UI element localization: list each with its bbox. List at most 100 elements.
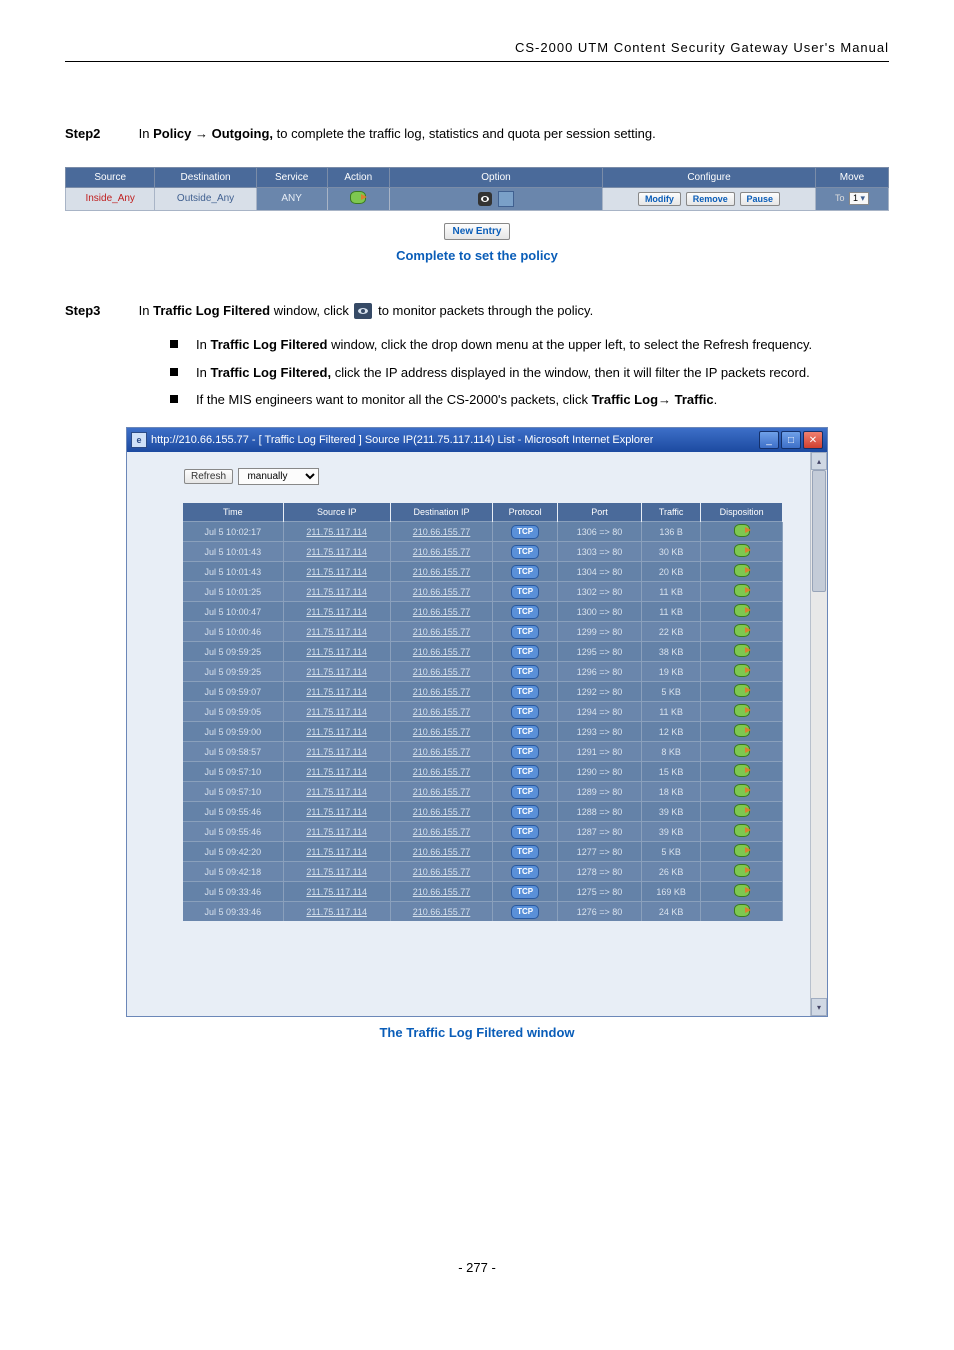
refresh-select[interactable]: manually [238, 468, 319, 485]
t: click the IP address displayed in the wi… [331, 365, 810, 380]
dest-ip-cell[interactable]: 210.66.155.77 [390, 542, 492, 562]
protocol-cell: TCP [493, 542, 558, 562]
protocol-cell: TCP [493, 562, 558, 582]
permit-icon [734, 584, 750, 597]
protocol-cell: TCP [493, 862, 558, 882]
source-ip-cell[interactable]: 211.75.117.114 [283, 562, 390, 582]
dest-ip-cell[interactable]: 210.66.155.77 [390, 862, 492, 882]
dest-ip-cell[interactable]: 210.66.155.77 [390, 762, 492, 782]
t: Policy [153, 126, 191, 141]
source-ip-cell[interactable]: 211.75.117.114 [283, 702, 390, 722]
source-ip-cell[interactable]: 211.75.117.114 [283, 722, 390, 742]
log-row: Jul 5 09:55:46211.75.117.114210.66.155.7… [183, 802, 783, 822]
tcp-badge: TCP [511, 885, 539, 899]
source-ip-cell[interactable]: 211.75.117.114 [283, 642, 390, 662]
source-ip-cell[interactable]: 211.75.117.114 [283, 582, 390, 602]
log-cell: Jul 5 09:57:10 [183, 782, 283, 802]
source-ip-cell[interactable]: 211.75.117.114 [283, 882, 390, 902]
source-ip-cell[interactable]: 211.75.117.114 [283, 622, 390, 642]
dest-ip-cell[interactable]: 210.66.155.77 [390, 582, 492, 602]
dest-ip-cell[interactable]: 210.66.155.77 [390, 562, 492, 582]
scroll-thumb[interactable] [812, 470, 826, 592]
maximize-button[interactable]: □ [781, 431, 801, 449]
dest-ip-cell[interactable]: 210.66.155.77 [390, 902, 492, 922]
move-to-label: To [835, 193, 845, 203]
source-ip-cell[interactable]: 211.75.117.114 [283, 822, 390, 842]
source-ip-cell[interactable]: 211.75.117.114 [283, 742, 390, 762]
scrollbar[interactable]: ▴ ▾ [810, 452, 827, 1016]
source-ip-cell[interactable]: 211.75.117.114 [283, 782, 390, 802]
source-ip-cell[interactable]: 211.75.117.114 [283, 842, 390, 862]
t: Traffic Log Filtered [210, 337, 327, 352]
dest-ip-cell[interactable]: 210.66.155.77 [390, 642, 492, 662]
close-button[interactable]: ✕ [803, 431, 823, 449]
source-ip-cell[interactable]: 211.75.117.114 [283, 542, 390, 562]
dest-ip-cell[interactable]: 210.66.155.77 [390, 802, 492, 822]
t: Traffic [675, 392, 714, 407]
log-row: Jul 5 09:57:10211.75.117.114210.66.155.7… [183, 782, 783, 802]
dest-ip-cell[interactable]: 210.66.155.77 [390, 622, 492, 642]
log-row: Jul 5 09:59:07211.75.117.114210.66.155.7… [183, 682, 783, 702]
tcp-badge: TCP [511, 805, 539, 819]
source-ip-cell[interactable]: 211.75.117.114 [283, 602, 390, 622]
log-cell: 1295 => 80 [557, 642, 641, 662]
protocol-cell: TCP [493, 722, 558, 742]
source-ip-cell[interactable]: 211.75.117.114 [283, 662, 390, 682]
log-cell: 1294 => 80 [557, 702, 641, 722]
refresh-button[interactable]: Refresh [184, 469, 233, 484]
statistics-icon[interactable] [498, 191, 514, 207]
tcp-badge: TCP [511, 785, 539, 799]
move-select[interactable]: 1 ▾ [849, 192, 869, 205]
source-ip-cell[interactable]: 211.75.117.114 [283, 522, 390, 542]
t: 1 [853, 193, 858, 203]
t: Traffic Log [592, 392, 658, 407]
disposition-cell [701, 782, 783, 802]
source-ip-cell[interactable]: 211.75.117.114 [283, 762, 390, 782]
source-ip-cell[interactable]: 211.75.117.114 [283, 902, 390, 922]
minimize-button[interactable]: _ [759, 431, 779, 449]
log-cell: 1291 => 80 [557, 742, 641, 762]
source-ip-cell[interactable]: 211.75.117.114 [283, 802, 390, 822]
dest-ip-cell[interactable]: 210.66.155.77 [390, 742, 492, 762]
scroll-down-button[interactable]: ▾ [811, 998, 827, 1016]
log-row: Jul 5 09:59:25211.75.117.114210.66.155.7… [183, 642, 783, 662]
dest-ip-cell[interactable]: 210.66.155.77 [390, 522, 492, 542]
source-ip-cell[interactable]: 211.75.117.114 [283, 682, 390, 702]
dest-ip-cell[interactable]: 210.66.155.77 [390, 782, 492, 802]
scroll-up-button[interactable]: ▴ [811, 452, 827, 470]
log-cell: Jul 5 09:59:00 [183, 722, 283, 742]
cell-action [327, 187, 389, 210]
dest-ip-cell[interactable]: 210.66.155.77 [390, 602, 492, 622]
new-entry-button[interactable]: New Entry [444, 223, 511, 240]
disposition-cell [701, 562, 783, 582]
dest-ip-cell[interactable]: 210.66.155.77 [390, 842, 492, 862]
protocol-cell: TCP [493, 742, 558, 762]
dest-ip-cell[interactable]: 210.66.155.77 [390, 722, 492, 742]
cell-destination[interactable]: Outside_Any [155, 187, 256, 210]
log-cell: 39 KB [641, 822, 700, 842]
log-cell: 11 KB [641, 582, 700, 602]
permit-icon [734, 804, 750, 817]
source-ip-cell[interactable]: 211.75.117.114 [283, 862, 390, 882]
protocol-cell: TCP [493, 602, 558, 622]
remove-button[interactable]: Remove [686, 192, 735, 206]
bullet-2: In Traffic Log Filtered, click the IP ad… [170, 359, 889, 386]
t: window, click [270, 303, 352, 318]
dest-ip-cell[interactable]: 210.66.155.77 [390, 702, 492, 722]
disposition-cell [701, 702, 783, 722]
log-row: Jul 5 10:01:43211.75.117.114210.66.155.7… [183, 562, 783, 582]
dest-ip-cell[interactable]: 210.66.155.77 [390, 882, 492, 902]
disposition-cell [701, 602, 783, 622]
pause-button[interactable]: Pause [740, 192, 781, 206]
log-cell: 1276 => 80 [557, 902, 641, 922]
log-cell: Jul 5 10:01:43 [183, 562, 283, 582]
traffic-log-icon[interactable] [478, 192, 492, 206]
modify-button[interactable]: Modify [638, 192, 681, 206]
dest-ip-cell[interactable]: 210.66.155.77 [390, 822, 492, 842]
dest-ip-cell[interactable]: 210.66.155.77 [390, 682, 492, 702]
log-col: Time [183, 503, 283, 522]
col-destination: Destination [155, 167, 256, 187]
log-cell: 39 KB [641, 802, 700, 822]
dest-ip-cell[interactable]: 210.66.155.77 [390, 662, 492, 682]
cell-source[interactable]: Inside_Any [66, 187, 155, 210]
